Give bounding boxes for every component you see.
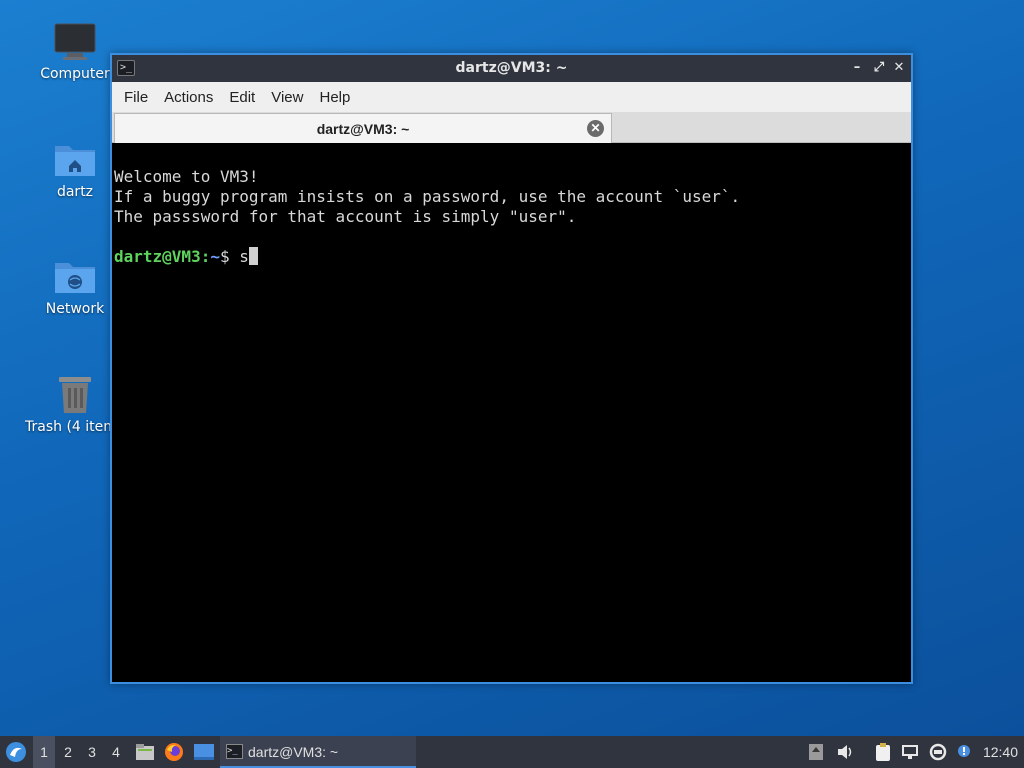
- window-titlebar[interactable]: >_ dartz@VM3: ~ – ⤢ ✕: [112, 55, 911, 82]
- network-icon: [902, 745, 918, 759]
- prompt-line: dartz@VM3:~$ s: [114, 247, 909, 267]
- sync-icon: [929, 743, 947, 761]
- computer-icon: [54, 23, 96, 60]
- trash-icon: [59, 377, 91, 413]
- terminal-line: If a buggy program insists on a password…: [114, 187, 741, 206]
- menu-bar: File Actions Edit View Help: [112, 82, 911, 112]
- terminal-window[interactable]: >_ dartz@VM3: ~ – ⤢ ✕ File Actions Edit …: [110, 53, 913, 684]
- menu-file[interactable]: File: [117, 89, 155, 106]
- prompt-user: dartz@VM3: [114, 247, 201, 266]
- terminal-output[interactable]: Welcome to VM3! If a buggy program insist…: [112, 145, 911, 682]
- workspace-4[interactable]: 4: [105, 736, 127, 768]
- home-folder-icon: [55, 146, 95, 176]
- workspace-3[interactable]: 3: [81, 736, 103, 768]
- tray-sync[interactable]: [927, 736, 949, 768]
- clock[interactable]: 12:40: [983, 736, 1018, 768]
- tab-close-icon[interactable]: ✕: [587, 120, 604, 137]
- tray-volume[interactable]: [834, 736, 856, 768]
- volume-icon: [838, 745, 852, 759]
- maximize-icon[interactable]: ⤢: [871, 59, 887, 77]
- tab-terminal[interactable]: dartz@VM3: ~ ✕: [114, 113, 612, 143]
- show-desktop-button[interactable]: [191, 736, 217, 768]
- tray-clipboard[interactable]: [872, 736, 894, 768]
- firefox-launcher[interactable]: [162, 736, 186, 768]
- network-folder-icon: [55, 263, 95, 293]
- terminal-icon: >_: [226, 744, 243, 759]
- minimize-icon[interactable]: –: [849, 59, 865, 77]
- prompt-path: ~: [210, 247, 220, 266]
- tray-updates[interactable]: [806, 736, 826, 768]
- prompt-separator: :: [200, 247, 211, 266]
- clipboard-icon: [876, 743, 890, 761]
- terminal-line: Welcome to VM3!: [114, 167, 259, 186]
- file-manager-icon: [136, 744, 154, 760]
- close-icon[interactable]: ✕: [891, 59, 907, 77]
- tab-bar: dartz@VM3: ~ ✕: [112, 112, 911, 143]
- update-icon: [809, 744, 823, 760]
- taskbar: 1 2 3 4 >_ dartz@VM3: ~ 12:40: [0, 736, 1024, 768]
- tray-notifications[interactable]: [953, 736, 975, 768]
- menu-view[interactable]: View: [264, 89, 310, 106]
- terminal-line: The passsword for that account is simply…: [114, 207, 577, 226]
- file-manager-launcher[interactable]: [133, 736, 157, 768]
- menu-actions[interactable]: Actions: [157, 89, 220, 106]
- start-menu-icon: [6, 742, 26, 762]
- firefox-icon: [165, 743, 183, 761]
- task-button-terminal[interactable]: >_ dartz@VM3: ~: [220, 736, 416, 768]
- tray-network[interactable]: [899, 736, 921, 768]
- text-cursor: [248, 247, 258, 265]
- prompt-symbol: $: [219, 247, 240, 266]
- menu-edit[interactable]: Edit: [222, 89, 262, 106]
- tab-title: dartz@VM3: ~: [316, 121, 410, 137]
- window-title: dartz@VM3: ~: [455, 60, 568, 76]
- desktop-icon: [194, 744, 214, 760]
- notification-icon: [958, 745, 970, 757]
- workspace-1[interactable]: 1: [33, 736, 55, 768]
- task-label: dartz@VM3: ~: [248, 744, 339, 760]
- workspace-2[interactable]: 2: [57, 736, 79, 768]
- command-input[interactable]: s: [239, 247, 249, 266]
- app-menu-button[interactable]: [2, 736, 30, 768]
- menu-help[interactable]: Help: [312, 89, 357, 106]
